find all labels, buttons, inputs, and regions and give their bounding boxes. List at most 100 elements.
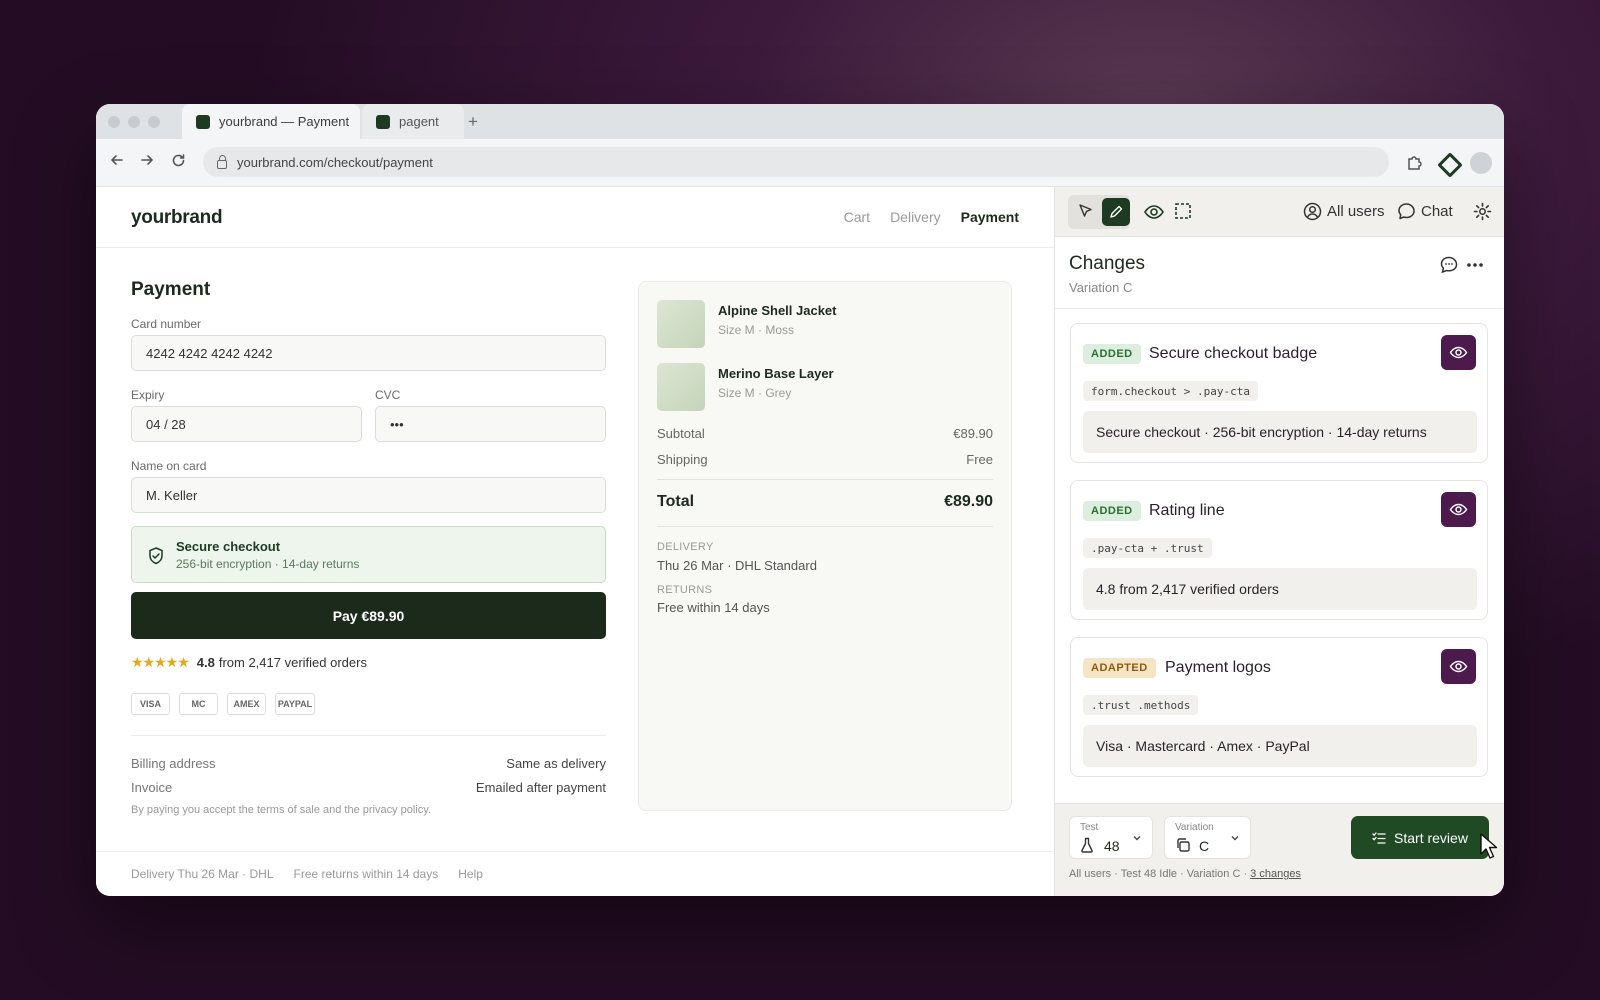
divider [657,479,993,480]
panel-toolbar: All users Chat [1055,187,1504,237]
preview-button[interactable] [1441,335,1476,370]
reload-icon[interactable] [171,153,186,173]
mastercard-logo: MC [179,693,218,715]
card-number-input[interactable]: 4242 4242 4242 4242 [131,335,606,371]
pay-button[interactable]: Pay €89.90 [131,592,606,639]
audience-selector[interactable]: All users [1327,203,1385,220]
tab-payment[interactable]: yourbrand — Payment [182,104,360,139]
browser-window: yourbrand — Payment pagent + yourbrand.c… [96,104,1504,896]
preview-button[interactable] [1441,492,1476,527]
expiry-label: Expiry [131,388,165,402]
eye-icon [1449,503,1468,516]
mouse-cursor-icon [1480,833,1498,859]
step-payment[interactable]: Payment [961,209,1019,225]
change-title: Rating line [1149,502,1225,519]
summary-item: Merino Base Layer Size M · Grey [657,363,834,411]
test-selector[interactable]: Test 48 [1069,816,1153,859]
puzzle-icon[interactable] [1406,153,1424,176]
billing-value[interactable]: Same as delivery [506,756,606,771]
forward-icon[interactable] [140,153,154,172]
product-variant: Size M · Grey [718,386,792,400]
edit-pencil-button[interactable] [1102,198,1130,226]
url-field[interactable]: yourbrand.com/checkout/payment [203,147,1389,177]
store-footer: Delivery Thu 26 Mar · DHL Free returns w… [96,851,1054,896]
marquee-select-icon[interactable] [1173,201,1193,221]
page-title: Payment [131,279,211,300]
cvc-input[interactable]: ••• [375,406,606,442]
css-selector: .pay-cta + .trust [1083,538,1212,558]
more-options-icon[interactable] [1465,261,1485,269]
changes-list: ADDED Secure checkout badge form.checkou… [1055,309,1504,803]
start-review-button[interactable]: Start review [1351,816,1489,859]
shipping-label: Shipping [657,452,708,467]
product-name: Merino Base Layer [718,366,834,381]
change-content: Secure checkout · 256-bit encryption · 1… [1083,411,1477,453]
product-thumbnail [657,300,705,348]
change-badge: ADDED [1083,344,1141,364]
rating-text: from 2,417 verified orders [218,655,367,670]
pencil-icon [1110,205,1123,218]
visa-logo: VISA [131,693,170,715]
new-tab-button[interactable]: + [468,112,478,132]
billing-label: Billing address [131,756,216,771]
css-selector: .trust .methods [1083,695,1199,715]
copy-icon [1177,838,1190,852]
status-line: All users · Test 48 Idle · Variation C ·… [1069,868,1301,880]
preview-button[interactable] [1441,649,1476,684]
select-cursor-icon[interactable] [1078,203,1094,219]
chat-button[interactable]: Chat [1421,203,1453,220]
brand-logo[interactable]: yourbrand [131,207,223,229]
rating-stars-icon: ★★★★★ [131,654,190,670]
change-badge: ADAPTED [1083,658,1156,678]
lock-icon [217,154,227,169]
amex-logo: AMEX [227,693,266,715]
changes-count-link[interactable]: 3 changes [1250,868,1301,880]
favicon-icon [376,114,390,129]
extension-logo-icon[interactable] [1438,153,1456,171]
step-delivery[interactable]: Delivery [890,209,941,225]
store-header: yourbrand Cart Delivery Payment [96,187,1054,248]
tool-group [1068,195,1130,229]
back-icon[interactable] [110,153,124,172]
tab-label: pagent [399,114,439,129]
variation-selector[interactable]: Variation C [1164,816,1251,859]
gear-icon[interactable] [1473,202,1492,221]
panel-footer: Test 48 Variation C Start review All use… [1055,803,1504,896]
tab-pagent[interactable]: pagent [362,104,464,139]
invoice-value: Emailed after payment [475,780,606,795]
changes-title: Changes [1069,253,1146,274]
chevron-down-icon [1133,836,1141,841]
expiry-input[interactable]: 04 / 28 [131,406,362,442]
footer-help-link[interactable]: Help [458,867,483,881]
change-card[interactable]: ADDED Rating line .pay-cta + .trust 4.8 … [1070,480,1488,620]
window-controls[interactable] [108,116,160,128]
css-selector: form.checkout > .pay-cta [1083,381,1258,401]
invoice-label: Invoice [131,780,173,795]
user-circle-icon[interactable] [1303,202,1322,221]
change-title: Payment logos [1165,659,1271,676]
secure-checkout-badge: Secure checkout 256-bit encryption · 14-… [131,526,606,583]
name-label: Name on card [131,459,207,473]
billing-row: Billing address Same as delivery [131,756,606,771]
footer-returns-link[interactable]: Free returns within 14 days [294,867,439,881]
secure-title: Secure checkout [176,539,281,554]
address-bar: yourbrand.com/checkout/payment [96,139,1504,187]
change-card[interactable]: ADAPTED Payment logos .trust .methods Vi… [1070,637,1488,777]
card-number-label: Card number [131,317,202,331]
footer-delivery-link[interactable]: Delivery Thu 26 Mar · DHL [131,867,274,881]
invoice-row: Invoice Emailed after payment [131,780,606,795]
eye-icon[interactable] [1143,201,1165,223]
shipping-row: Shipping Free [657,452,993,467]
tab-bar: yourbrand — Payment pagent + [96,104,1504,139]
avatar[interactable] [1470,152,1492,174]
rating-line: ★★★★★ 4.8 from 2,417 verified orders [131,654,367,671]
step-cart[interactable]: Cart [844,209,870,225]
editor-panel: All users Chat Changes Variation C ADDED… [1054,187,1504,896]
comment-icon[interactable] [1439,255,1459,275]
name-input[interactable]: M. Keller [131,477,606,513]
product-name: Alpine Shell Jacket [718,303,837,318]
change-card[interactable]: ADDED Secure checkout badge form.checkou… [1070,323,1488,463]
cvc-label: CVC [375,388,401,402]
chevron-down-icon [1231,836,1239,841]
chat-bubble-icon[interactable] [1397,202,1416,221]
